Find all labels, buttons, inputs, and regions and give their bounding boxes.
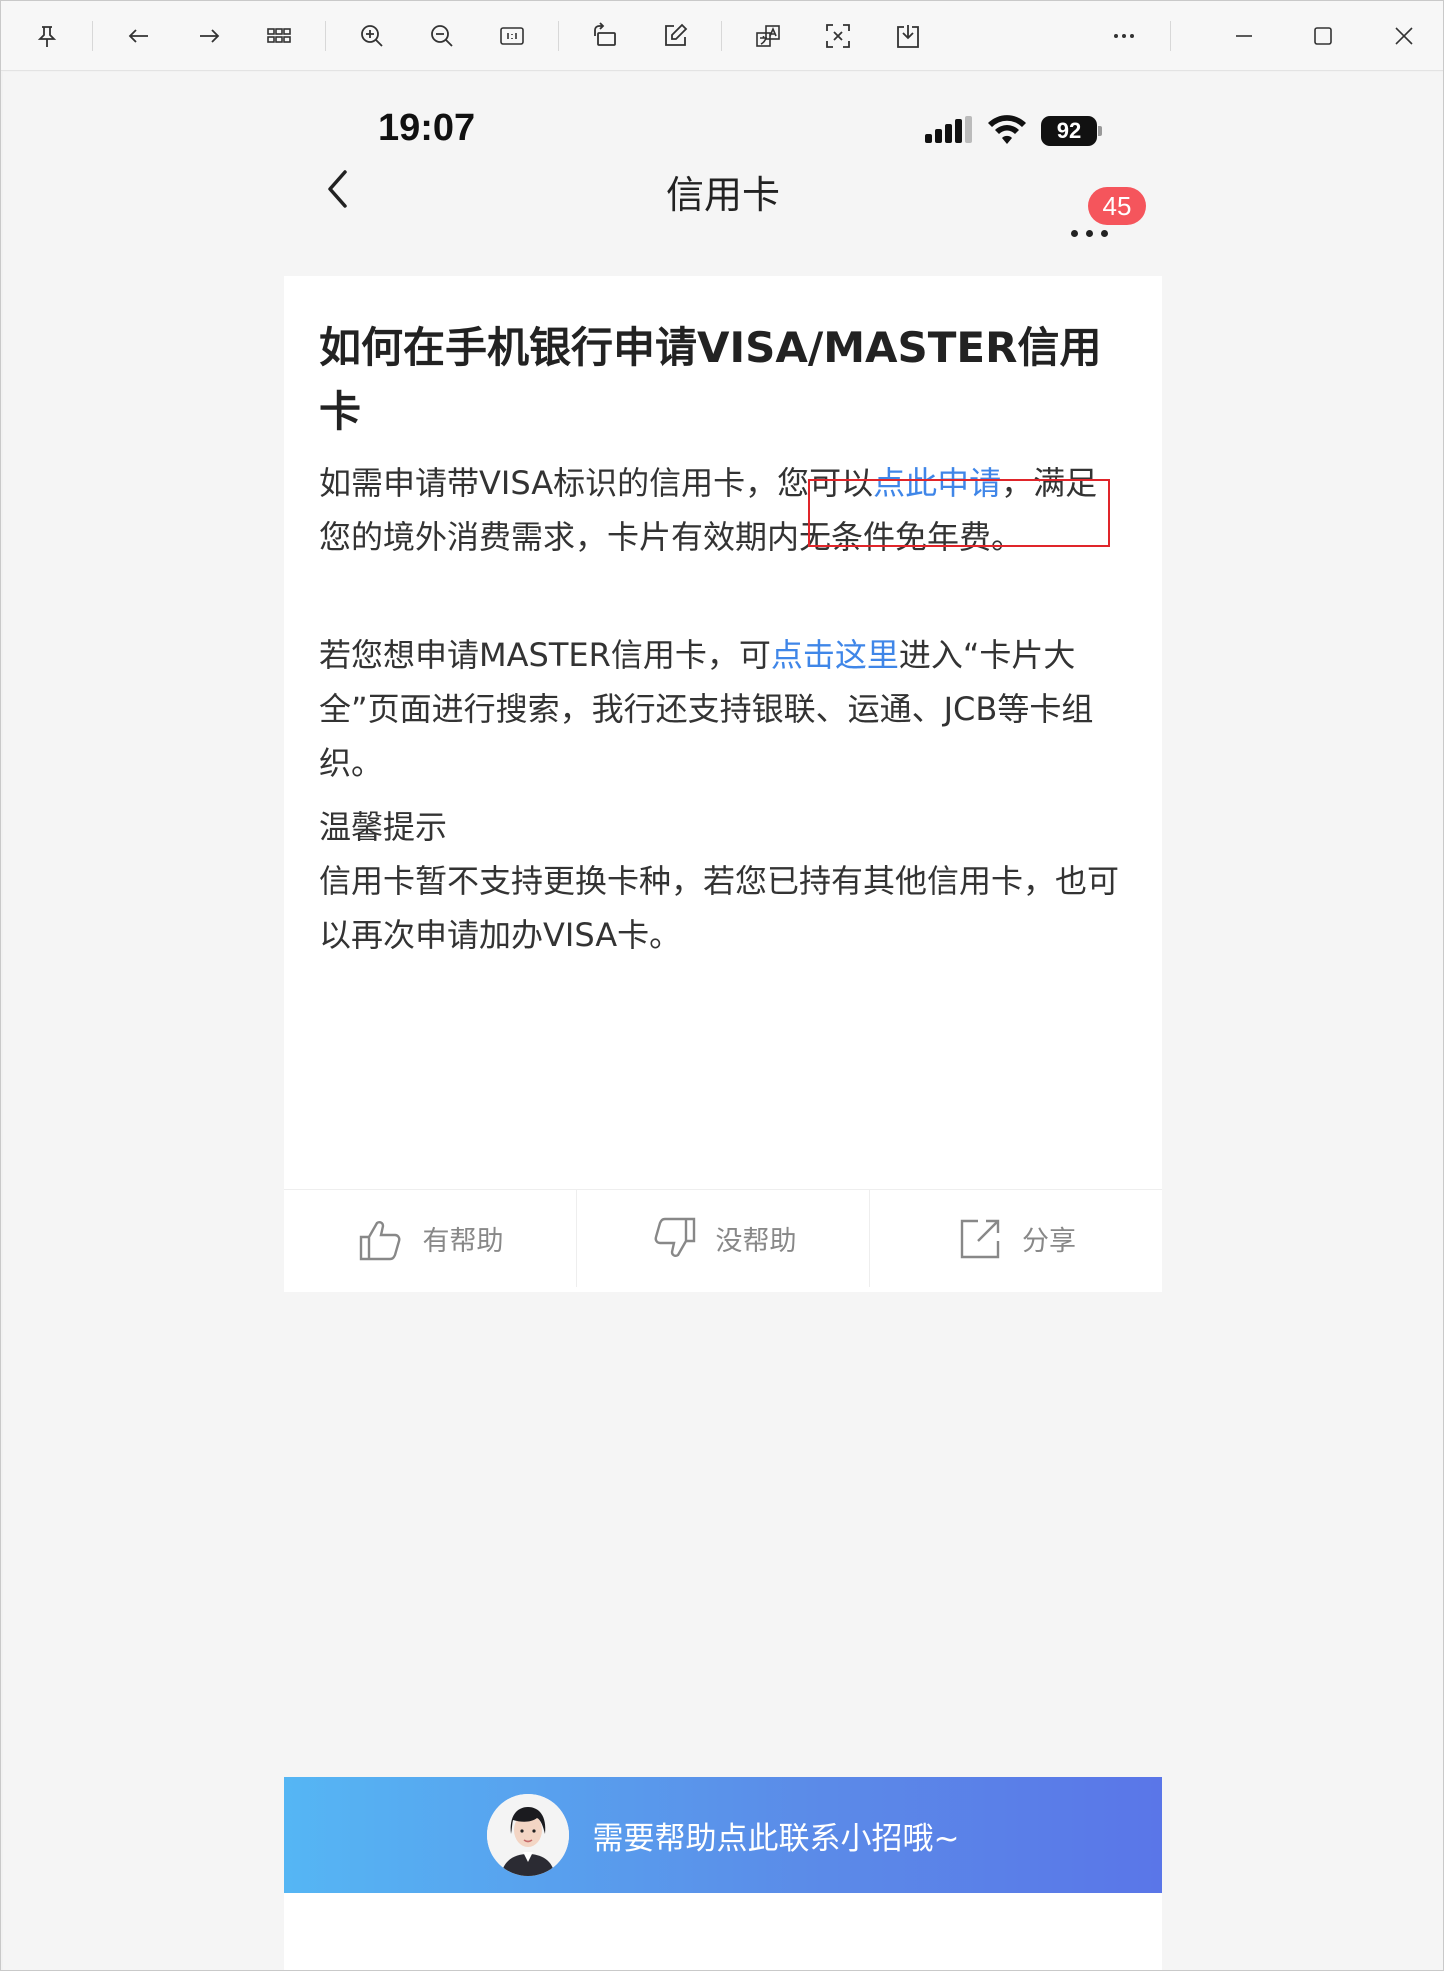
signal-icon (925, 116, 972, 143)
pin-icon[interactable] (29, 18, 65, 54)
arrow-right-icon[interactable] (191, 18, 227, 54)
contact-support-banner[interactable]: 需要帮助点此联系小招哦~ (284, 1777, 1162, 1893)
arrow-left-icon[interactable] (121, 18, 157, 54)
image-viewer-window: 19:07 92 信用卡 45 如何在手机银行申请VISA/MASTER信用卡 (0, 0, 1444, 1971)
minimize-icon[interactable] (1226, 18, 1262, 54)
paragraph-text: 如需申请带VISA标识的信用卡， (319, 464, 778, 502)
share-label: 分享 (1022, 1226, 1076, 1257)
article-title: 如何在手机银行申请VISA/MASTER信用卡 (319, 323, 1102, 436)
battery-tip (1098, 126, 1102, 136)
phone-screen: 19:07 92 信用卡 45 如何在手机银行申请VISA/MASTER信用卡 (3, 72, 1443, 1970)
more-icon[interactable] (1106, 18, 1142, 54)
tip-title: 温馨提示 (319, 808, 448, 846)
zoom-out-icon[interactable] (424, 18, 460, 54)
share-button[interactable]: 分享 (870, 1190, 1162, 1287)
helpful-button[interactable]: 有帮助 (284, 1190, 577, 1287)
paragraph-text: 若您想申请MASTER信用卡，可 (319, 636, 771, 674)
viewer-toolbar (1, 1, 1443, 71)
status-time: 19:07 (378, 107, 476, 149)
article-paragraph-2: 若您想申请MASTER信用卡，可点击这里进入“卡片大全”页面进行搜索，我行还支持… (319, 628, 1129, 790)
not-helpful-button[interactable]: 没帮助 (577, 1190, 870, 1287)
translate-icon[interactable] (750, 18, 786, 54)
close-icon[interactable] (1386, 18, 1422, 54)
not-helpful-label: 没帮助 (715, 1226, 797, 1257)
edit-icon[interactable] (657, 18, 693, 54)
thumbs-up-icon (359, 1220, 400, 1260)
helpful-label: 有帮助 (422, 1226, 504, 1257)
support-banner-text: 需要帮助点此联系小招哦~ (592, 1820, 960, 1857)
article-card: 如何在手机银行申请VISA/MASTER信用卡 如需申请带VISA标识的信用卡，… (284, 276, 1162, 1292)
notification-badge: 45 (1088, 187, 1146, 225)
ocr-icon[interactable] (820, 18, 856, 54)
share-icon (960, 1219, 1000, 1258)
battery-indicator: 92 (1041, 116, 1097, 146)
more-menu-icon[interactable] (1071, 222, 1121, 242)
rotate-icon[interactable] (587, 18, 623, 54)
actual-size-icon[interactable] (494, 18, 530, 54)
click-here-link[interactable]: 点击这里 (771, 636, 899, 674)
highlight-annotation (808, 479, 1110, 547)
wifi-icon (988, 115, 1026, 144)
bottom-safe-area (284, 1893, 1162, 1970)
thumbs-down-icon (654, 1217, 695, 1257)
assistant-avatar (486, 1794, 569, 1876)
zoom-in-icon[interactable] (354, 18, 390, 54)
grid-icon[interactable] (261, 18, 297, 54)
tip-body: 信用卡暂不支持更换卡种，若您已持有其他信用卡，也可以再次申请加办VISA卡。 (319, 862, 1120, 954)
maximize-icon[interactable] (1305, 18, 1341, 54)
save-icon[interactable] (890, 18, 926, 54)
feedback-actions: 有帮助 没帮助 分享 (284, 1189, 1162, 1287)
page-title: 信用卡 (665, 173, 780, 217)
